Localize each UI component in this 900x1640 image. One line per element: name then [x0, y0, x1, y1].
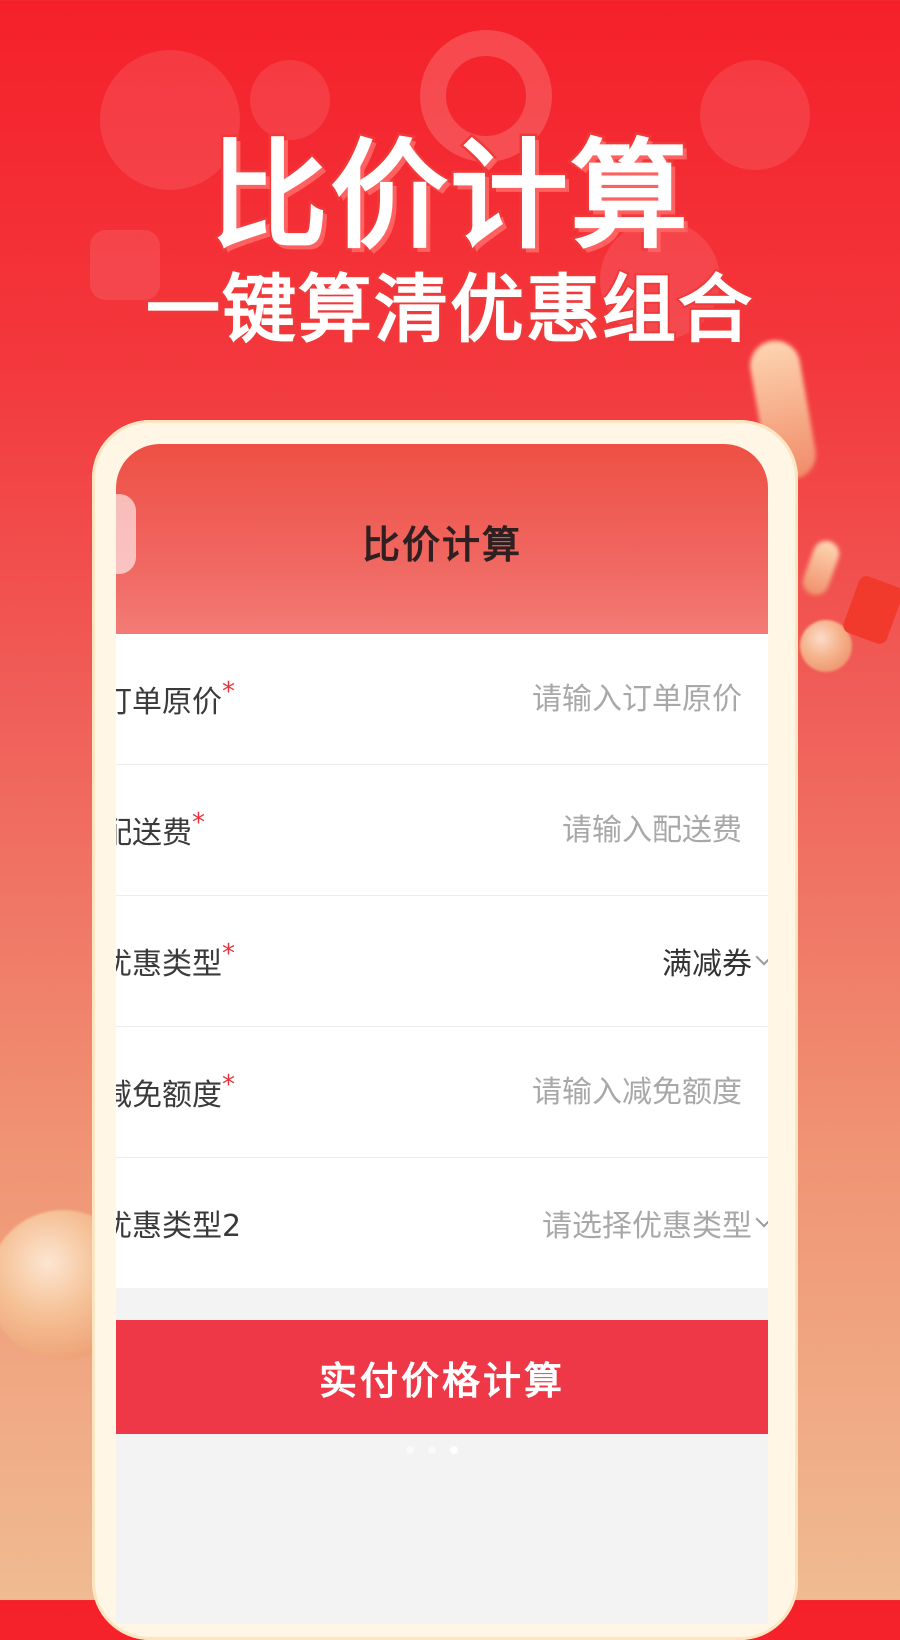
- field-label: 优惠类型2: [116, 1209, 242, 1244]
- select-value: 满减券: [662, 947, 752, 982]
- chevron-down-icon: [755, 948, 768, 966]
- field-row-discount-type-2: 优惠类型2 请选择优惠类型: [116, 1158, 768, 1288]
- decor-red-packet: [841, 573, 900, 647]
- field-row-original-price: 订单原价*: [116, 634, 768, 765]
- page-dot: [406, 1446, 414, 1454]
- decor-coin-right: [800, 620, 852, 672]
- field-row-discount-amount: 减免额度*: [116, 1027, 768, 1158]
- required-mark: *: [222, 677, 235, 707]
- screen-title: 比价计算: [361, 523, 522, 567]
- field-row-discount-type: 优惠类型* 满减券: [116, 896, 768, 1027]
- delivery-fee-input[interactable]: [420, 811, 744, 849]
- calculate-button[interactable]: 实付价格计算: [116, 1320, 768, 1434]
- select-placeholder: 请选择优惠类型: [542, 1209, 752, 1244]
- field-label: 配送费*: [116, 808, 205, 851]
- required-mark: *: [192, 808, 205, 838]
- required-mark: *: [222, 939, 235, 969]
- phone-screen: 比价计算 订单原价* 配送费* 优惠类型* 满减券 减免额度* 优惠类型2 请选…: [116, 444, 768, 1624]
- page-indicator: [406, 1446, 458, 1454]
- screen-header: 比价计算: [116, 444, 768, 634]
- field-label: 优惠类型*: [116, 939, 235, 982]
- field-row-delivery-fee: 配送费*: [116, 765, 768, 896]
- decor-paper-streak: [799, 537, 843, 599]
- discount-amount-input[interactable]: [420, 1073, 744, 1111]
- original-price-input[interactable]: [420, 680, 744, 718]
- price-form: 订单原价* 配送费* 优惠类型* 满减券 减免额度* 优惠类型2 请选择优惠类型: [116, 634, 768, 1288]
- page-dot-active: [450, 1446, 458, 1454]
- field-label: 减免额度*: [116, 1070, 235, 1113]
- discount-type-select[interactable]: 满减券: [662, 939, 768, 983]
- required-mark: *: [222, 1070, 235, 1100]
- chevron-down-icon: [755, 1210, 768, 1228]
- discount-type-2-select[interactable]: 请选择优惠类型: [542, 1201, 768, 1245]
- field-label: 订单原价*: [116, 677, 235, 720]
- hero-title: 比价计算: [207, 125, 690, 268]
- hero-subtitle: 一键算清优惠组合: [144, 265, 754, 355]
- page-dot: [428, 1446, 436, 1454]
